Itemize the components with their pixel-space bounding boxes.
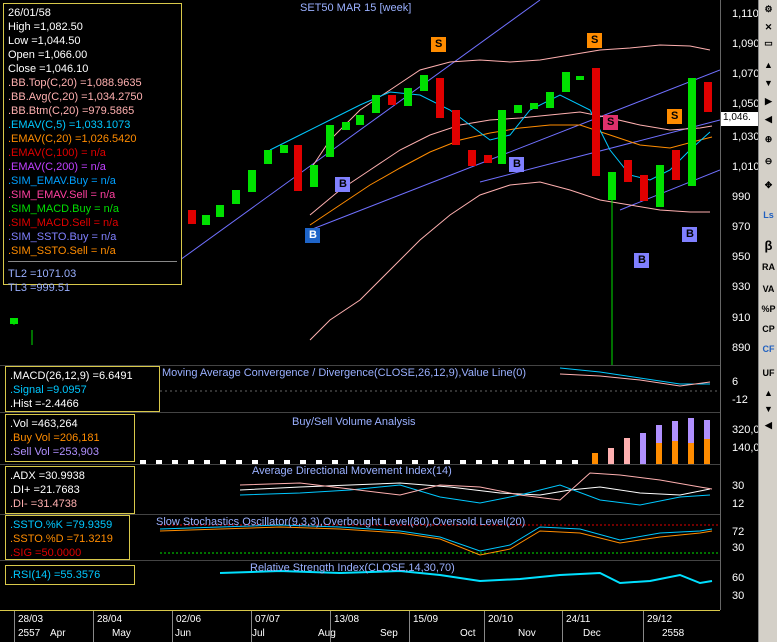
info-emav5: .EMAV(C,5) =1,033.1073 (8, 119, 131, 131)
adx-di-minus: .DI- =31.4738 (10, 498, 77, 510)
chart-toolbar: ⚙ ✕ ▭ ▲ ▼ ▶ ◀ ⊕ ⊖ ✥ Ls β RA VA %P CP CF … (758, 0, 777, 642)
month-label: Jul (252, 628, 265, 639)
buy-signal-marker: B (513, 158, 521, 170)
macd-value: .MACD(26,12,9) =6.6491 (10, 370, 133, 382)
month-label: Oct (460, 628, 476, 639)
adx-value: .ADX =30.9938 (10, 470, 85, 482)
adx-title: Average Directional Movement Index(14) (252, 465, 452, 477)
macd-hist: .Hist =-2.4466 (10, 398, 79, 410)
chart-title: SET50 MAR 15 [week] (300, 2, 412, 14)
info-bbavg: .BB.Avg(C,20) =1,034.2750 (8, 91, 143, 103)
close-icon[interactable]: ✕ (760, 22, 777, 33)
info-low: Low =1,044.50 (8, 35, 81, 47)
date-label: 28/04 (97, 614, 123, 625)
month-label: Nov (518, 628, 536, 639)
date-label: 29/12 (647, 614, 673, 625)
info-bbtop: .BB.Top(C,20) =1,088.9635 (8, 77, 142, 89)
buy-signal-marker: B (638, 254, 646, 266)
settings-icon[interactable]: ⚙ (760, 4, 777, 15)
macd-signal: .Signal =9.0957 (10, 384, 87, 396)
move-right-icon[interactable]: ▶ (760, 96, 777, 107)
rsi-value: .RSI(14) =55.3576 (10, 569, 101, 581)
ssto-d: .SSTO.%D =71.3219 (10, 533, 113, 545)
toolbar-pct-p[interactable]: %P (760, 304, 777, 314)
move-up-icon[interactable]: ▲ (760, 60, 777, 70)
price-info-box: 26/01/58 High =1,082.50 Low =1,044.50 Op… (3, 3, 182, 294)
info-sim-ssto-buy: .SIM_SSTO.Buy = n/a (8, 231, 117, 243)
month-label: 2557 (18, 628, 41, 639)
buy-signal-marker: B (339, 178, 347, 190)
month-label: Dec (583, 628, 601, 639)
ssto-title: Slow Stochastics Oscillator(9,3,3),Overb… (156, 516, 526, 528)
month-label: May (112, 628, 131, 639)
toolbar-cf[interactable]: CF (760, 344, 777, 354)
info-tl3: TL3 =999.51 (8, 282, 71, 294)
volume-title: Buy/Sell Volume Analysis (292, 416, 416, 428)
move-down-icon[interactable]: ▼ (760, 78, 777, 88)
adx-di-plus: .DI+ =21.7683 (10, 484, 80, 496)
month-label: Aug (318, 628, 336, 639)
sell-signal-marker: S (435, 38, 443, 50)
sell-signal-marker: S (591, 34, 599, 46)
sell-signal-marker: S (671, 110, 679, 122)
month-label: Apr (50, 628, 66, 639)
ssto-k: .SSTO.%K =79.9359 (10, 519, 113, 531)
rsi-info-box: .RSI(14) =55.3576 (5, 565, 135, 585)
info-open: Open =1,066.00 (8, 49, 88, 61)
scroll-left-icon[interactable]: ◀ (760, 420, 777, 431)
info-emav20: .EMAV(C,20) =1,026.5420 (8, 133, 137, 145)
macd-title: Moving Average Convergence / Divergence(… (162, 367, 527, 379)
info-tl2: TL2 =1071.03 (8, 268, 77, 280)
y-axis-column (720, 0, 760, 610)
date-label: 07/07 (255, 614, 281, 625)
month-label: Sep (380, 628, 398, 639)
scroll-down-icon[interactable]: ▼ (760, 404, 777, 414)
adx-info-box: .ADX =30.9938 .DI+ =21.7683 .DI- =31.473… (5, 466, 135, 514)
info-sim-macd-sell: .SIM_MACD.Sell = n/a (8, 217, 119, 229)
info-bbbtm: .BB.Btm(C,20) =979.5865 (8, 105, 135, 117)
volume-buy: .Buy Vol =206,181 (10, 432, 100, 444)
rsi-title: Relative Strength Index(CLOSE,14,30,70) (250, 562, 455, 574)
info-sim-macd-buy: .SIM_MACD.Buy = n/a (8, 203, 119, 215)
ssto-sig: .SIG =50.0000 (10, 547, 82, 559)
toolbar-ls[interactable]: Ls (760, 210, 777, 220)
date-label: 15/09 (413, 614, 439, 625)
month-label: 2558 (662, 628, 685, 639)
month-label: Jun (175, 628, 192, 639)
toolbar-uf[interactable]: UF (760, 368, 777, 378)
toolbar-ra[interactable]: RA (760, 262, 777, 272)
zoom-in-icon[interactable]: ⊕ (760, 134, 777, 145)
toolbar-cp[interactable]: CP (760, 324, 777, 334)
date-axis: 28/03 28/04 02/06 07/07 13/08 15/09 20/1… (0, 610, 720, 642)
info-sim-ssto-sell: .SIM_SSTO.Sell = n/a (8, 245, 116, 257)
buy-signal-marker: B (309, 229, 317, 241)
volume-info-box: .Vol =463,264 .Buy Vol =206,181 .Sell Vo… (5, 414, 135, 462)
macd-info-box: .MACD(26,12,9) =6.6491 .Signal =9.0957 .… (5, 366, 160, 412)
date-label: 13/08 (334, 614, 360, 625)
date-label: 20/10 (488, 614, 514, 625)
volume-sell: .Sell Vol =253,903 (10, 446, 99, 458)
window-icon[interactable]: ▭ (760, 38, 777, 49)
info-high: High =1,082.50 (8, 21, 83, 33)
info-date: 26/01/58 (8, 7, 51, 19)
sell-signal-marker: S (607, 116, 615, 128)
date-label: 24/11 (566, 614, 591, 625)
zoom-out-icon[interactable]: ⊖ (760, 156, 777, 167)
date-label: 28/03 (18, 614, 44, 625)
move-left-icon[interactable]: ◀ (760, 114, 777, 125)
info-emav200: .EMAV(C,200) = n/a (8, 161, 106, 173)
volume-total: .Vol =463,264 (10, 418, 78, 430)
pan-icon[interactable]: ✥ (760, 180, 777, 191)
toolbar-va[interactable]: VA (760, 284, 777, 294)
toolbar-beta[interactable]: β (760, 238, 777, 253)
info-close: Close =1,046.10 (8, 63, 89, 75)
ssto-info-box: .SSTO.%K =79.9359 .SSTO.%D =71.3219 .SIG… (5, 515, 130, 560)
date-label: 02/06 (176, 614, 202, 625)
info-sim-emav-buy: .SIM_EMAV.Buy = n/a (8, 175, 116, 187)
buy-signal-marker: B (686, 228, 694, 240)
info-sim-emav-sell: .SIM_EMAV.Sell = n/a (8, 189, 116, 201)
scroll-up-icon[interactable]: ▲ (760, 388, 777, 398)
info-emav100: .EMAV(C,100) = n/a (8, 147, 106, 159)
